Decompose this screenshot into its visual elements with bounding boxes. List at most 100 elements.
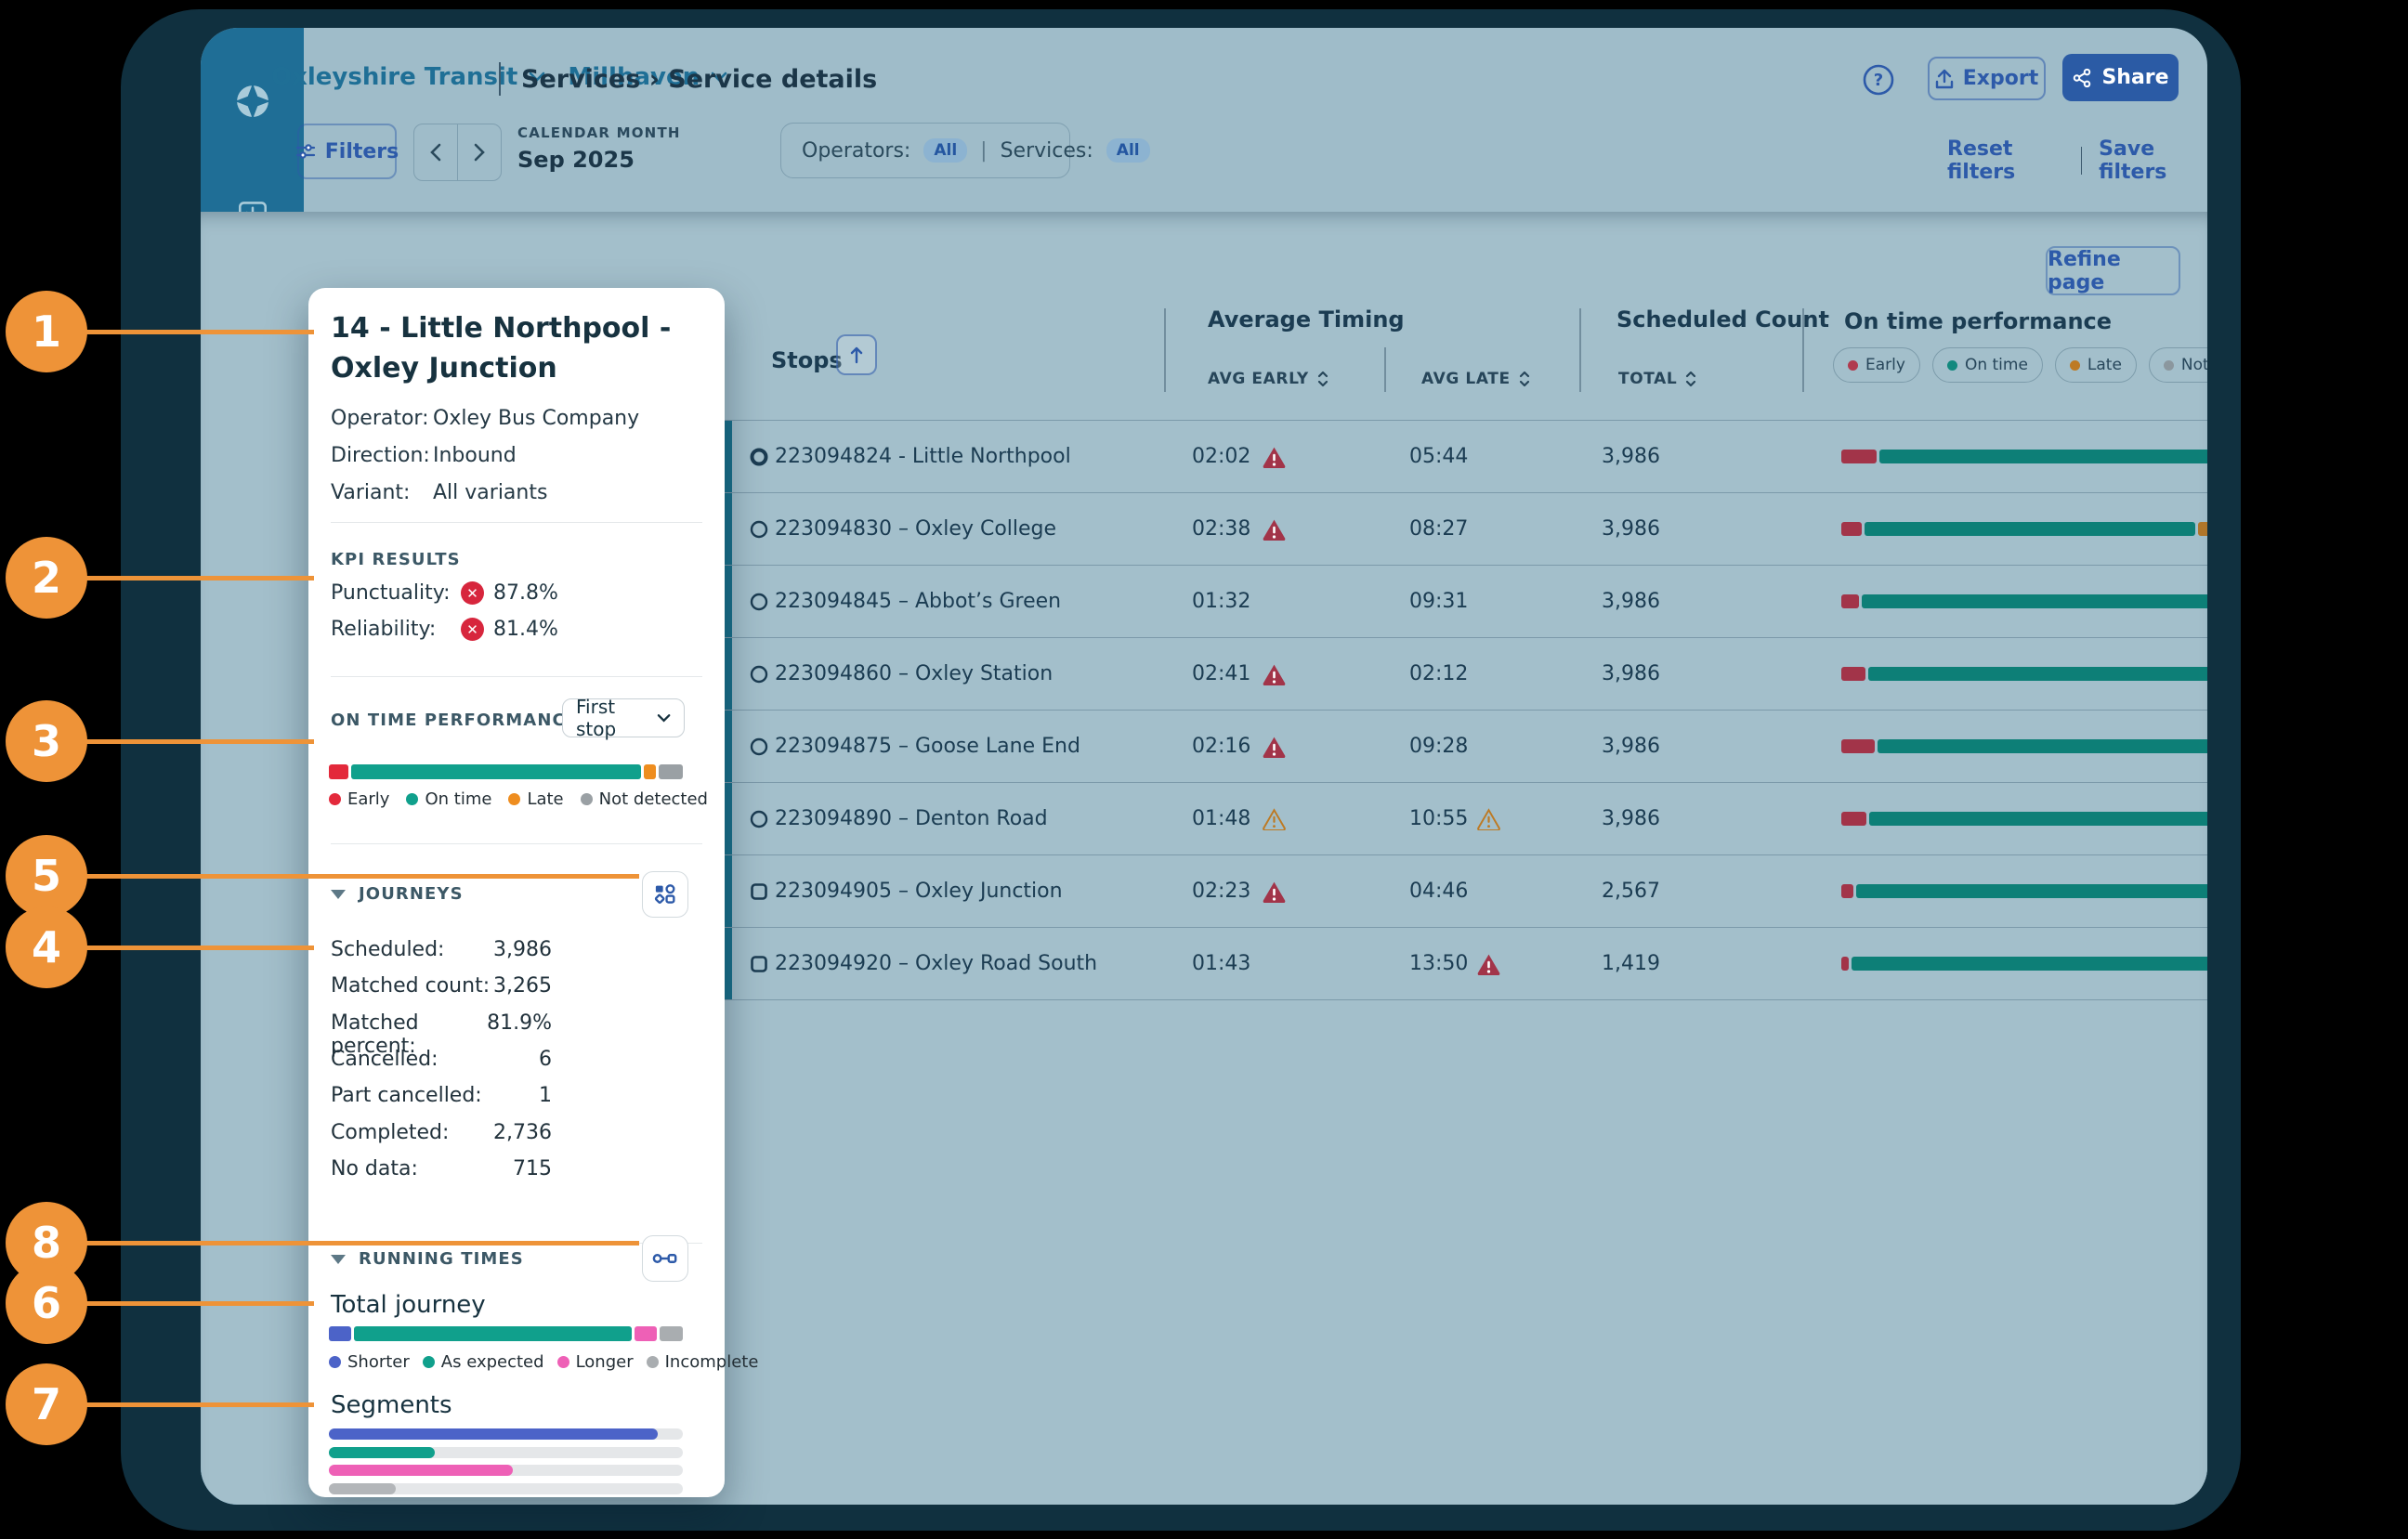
segment-fill — [329, 1447, 435, 1458]
save-filters-link[interactable]: Save filters — [2099, 137, 2207, 184]
table-row[interactable]: 223094920 – Oxley Road South01:4313:501,… — [722, 928, 2207, 1000]
annotation-number-7: 7 — [6, 1363, 87, 1445]
segment-fill — [329, 1465, 513, 1476]
running-times-view-button[interactable] — [642, 1235, 688, 1282]
bar-segment-ontime — [1879, 450, 2207, 463]
otp-row-bar — [1841, 884, 2207, 898]
export-icon — [1935, 69, 1954, 89]
export-button[interactable]: Export — [1928, 57, 2046, 100]
column-divider — [1579, 308, 1581, 392]
avg-late-value: 10:55 — [1409, 783, 1469, 854]
total-value: 2,567 — [1558, 855, 1660, 927]
table-row[interactable]: 223094860 – Oxley Station02:4102:123,986 — [722, 638, 2207, 711]
collapse-triangle-icon — [331, 1255, 346, 1264]
share-label: Share — [2101, 66, 2168, 89]
otp-row-bar — [1841, 667, 2207, 681]
avg-early-value: 02:38 — [1192, 493, 1251, 565]
services-value-badge: All — [1106, 138, 1150, 163]
kpi-label: Reliability: — [331, 618, 452, 641]
journeys-heading: JOURNEYS — [359, 884, 464, 904]
legend-item: Incomplete — [647, 1352, 759, 1372]
field-operator: Operator: Oxley Bus Company — [331, 407, 702, 430]
stops-sort-button[interactable] — [836, 334, 877, 375]
bar-segment-early — [1841, 739, 1875, 753]
table-row[interactable]: 223094830 – Oxley College02:3808:273,986 — [722, 493, 2207, 566]
table-row[interactable]: 223094824 - Little Northpool02:0205:443,… — [722, 420, 2207, 493]
stops-table: 223094824 - Little Northpool02:0205:443,… — [722, 420, 2207, 1000]
total-value: 1,419 — [1558, 928, 1660, 999]
total-value: 3,986 — [1558, 493, 1660, 565]
journeys-view-button[interactable] — [642, 871, 688, 918]
kpi-reliability: Reliability: ✕ 81.4% — [331, 618, 702, 641]
divider — [331, 843, 702, 844]
collapse-triangle-icon — [331, 890, 346, 899]
avg-early-value: 01:43 — [1192, 928, 1251, 999]
prev-month-button[interactable] — [414, 124, 458, 180]
table-row[interactable]: 223094875 – Goose Lane End02:1609:283,98… — [722, 711, 2207, 783]
reset-filters-link[interactable]: Reset filters — [1947, 137, 2064, 184]
stat-label: Matched count: — [331, 974, 490, 998]
avg-late-column-header[interactable]: AVG LATE — [1421, 370, 1531, 388]
org-switcher[interactable]: Oxleyshire Transit — [271, 63, 517, 91]
help-button[interactable]: ? — [1863, 64, 1894, 96]
journeys-stat-row: Scheduled:3,986 — [331, 938, 552, 961]
sort-carets-icon — [1316, 370, 1329, 388]
otp-chip-not-detected[interactable]: Not detected — [2149, 347, 2207, 383]
stat-label: Completed: — [331, 1121, 449, 1144]
otp-chip-early[interactable]: Early — [1833, 347, 1920, 383]
topbar-divider — [499, 62, 501, 96]
otp-heading: ON TIME PERFORMANCE — [331, 711, 578, 730]
avg-early-warning-icon — [1262, 421, 1287, 492]
next-month-button[interactable] — [458, 124, 501, 180]
table-row[interactable]: 223094845 – Abbot’s Green01:3209:313,986 — [722, 566, 2207, 638]
bar-segment-ontime — [1878, 739, 2207, 753]
legend-item: Shorter — [329, 1352, 410, 1372]
stop-type-icon — [749, 421, 769, 492]
refine-page-button[interactable]: Refine page — [2046, 246, 2180, 295]
otp-row-bar — [1841, 450, 2207, 463]
total-column-header[interactable]: TOTAL — [1618, 370, 1697, 388]
running-times-section-header[interactable]: RUNNING TIMES — [331, 1249, 524, 1269]
active-filters-summary[interactable]: Operators: All | Services: All — [780, 123, 1070, 178]
legend-dot — [406, 793, 418, 805]
avg-late-value: 09:31 — [1409, 566, 1469, 637]
stat-value: 715 — [513, 1157, 552, 1180]
period-stepper — [413, 124, 502, 181]
bar-segment-early — [1841, 522, 1862, 536]
operators-label: Operators: — [802, 139, 910, 163]
kpi-value: 81.4% — [493, 618, 558, 641]
filter-actions: Reset filters Save filters — [1947, 137, 2207, 184]
field-label: Operator: — [331, 407, 433, 430]
filters-button[interactable]: Filters — [297, 124, 397, 179]
journeys-stat-row: Cancelled:6 — [331, 1048, 552, 1071]
otp-stop-select[interactable]: First stop — [562, 698, 685, 737]
kpi-fail-icon: ✕ — [461, 618, 484, 641]
journeys-stat-row: Matched count:3,265 — [331, 974, 552, 998]
stop-name: 223094905 – Oxley Junction — [775, 855, 1063, 927]
total-value: 3,986 — [1558, 638, 1660, 710]
annotation-line — [46, 874, 639, 879]
otp-chip-on-time[interactable]: On time — [1932, 347, 2043, 383]
stop-type-icon — [749, 493, 769, 565]
total-label: TOTAL — [1618, 370, 1677, 388]
otp-chip-late[interactable]: Late — [2055, 347, 2137, 383]
bar-segment-early — [1841, 667, 1865, 681]
column-divider — [1164, 308, 1166, 392]
otp-legend: EarlyOn timeLateNot detected — [329, 789, 700, 809]
bar-segment-early — [1841, 594, 1859, 608]
table-row[interactable]: 223094890 – Denton Road01:4810:553,986 — [722, 783, 2207, 855]
journeys-section-header[interactable]: JOURNEYS — [331, 884, 464, 904]
bar-segment — [660, 1326, 683, 1341]
journeys-stat-row: Part cancelled:1 — [331, 1084, 552, 1107]
avg-early-column-header[interactable]: AVG EARLY — [1208, 370, 1329, 388]
legend-dot — [508, 793, 520, 805]
total-value: 3,986 — [1558, 711, 1660, 782]
running-times-heading: RUNNING TIMES — [359, 1249, 524, 1269]
bar-segment-late — [2198, 522, 2207, 536]
share-button[interactable]: Share — [2062, 54, 2179, 101]
stop-type-icon — [749, 928, 769, 999]
legend-dot — [647, 1356, 659, 1368]
avg-early-value: 02:16 — [1192, 711, 1251, 782]
table-row[interactable]: 223094905 – Oxley Junction02:2304:462,56… — [722, 855, 2207, 928]
otp-row-bar — [1841, 957, 2207, 971]
